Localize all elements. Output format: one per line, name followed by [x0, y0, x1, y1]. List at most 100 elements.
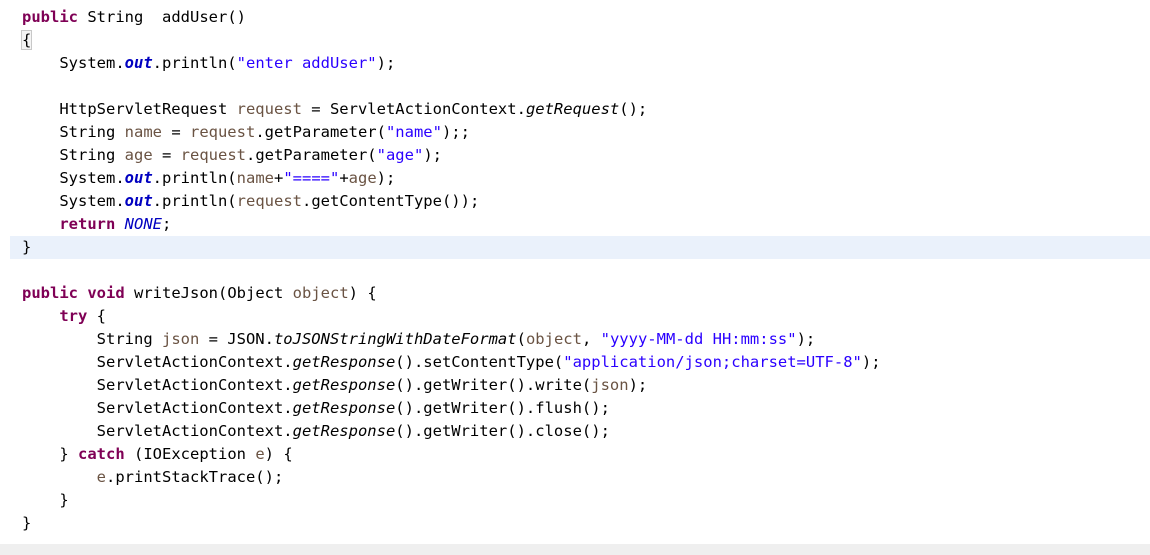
- code-token: ServletActionContext.: [22, 376, 293, 394]
- code-token: = ServletActionContext.: [301, 100, 526, 118]
- code-token: NONE: [124, 215, 162, 233]
- code-token: System.: [22, 192, 125, 210]
- code-token: );: [423, 146, 442, 164]
- code-token: ServletActionContext.: [22, 422, 293, 440]
- code-token: getResponse: [292, 376, 396, 394]
- code-token: );: [376, 54, 396, 72]
- code-token: public: [22, 284, 78, 302]
- code-token: .getContentType());: [301, 192, 480, 210]
- code-token: }: [22, 445, 78, 463]
- code-line[interactable]: public void writeJson(Object object) {: [0, 282, 1150, 305]
- code-line[interactable]: return NONE;: [0, 213, 1150, 236]
- code-token: ().getWriter().close();: [395, 422, 610, 440]
- code-token: "yyyy-MM-dd HH:mm:ss": [600, 330, 797, 348]
- code-token: );: [376, 169, 396, 187]
- code-token: .printStackTrace();: [106, 468, 284, 486]
- code-token: request: [236, 100, 302, 118]
- code-line[interactable]: }: [0, 512, 1150, 535]
- code-token: request: [236, 192, 302, 210]
- code-token: ) {: [348, 284, 377, 302]
- code-line[interactable]: e.printStackTrace();: [0, 466, 1150, 489]
- code-token: addUser(): [162, 8, 247, 26]
- code-token: =: [161, 123, 190, 141]
- code-token: name: [124, 123, 162, 141]
- code-token: out: [124, 192, 153, 210]
- code-token: +: [273, 169, 284, 187]
- code-token: HttpServletRequest: [22, 100, 237, 118]
- code-line[interactable]: String name = request.getParameter("name…: [0, 121, 1150, 144]
- code-token: String: [22, 123, 125, 141]
- code-token: String: [87, 8, 144, 26]
- code-token: ) {: [264, 445, 293, 463]
- code-line[interactable]: System.out.println(request.getContentTyp…: [0, 190, 1150, 213]
- code-line[interactable]: ServletActionContext.getResponse().getWr…: [0, 397, 1150, 420]
- code-token: String: [22, 146, 125, 164]
- code-token: json: [161, 330, 200, 348]
- code-token: {: [20, 30, 33, 50]
- code-token: "name": [385, 123, 442, 141]
- code-token: e: [255, 445, 265, 463]
- code-token: (IOException: [124, 445, 256, 463]
- code-token: "====": [283, 169, 340, 187]
- code-token: object: [525, 330, 582, 348]
- code-token: age: [348, 169, 377, 187]
- source-code-listing[interactable]: public String addUser(){ System.out.prin…: [0, 0, 1150, 535]
- code-line[interactable]: }: [0, 489, 1150, 512]
- code-token: object: [292, 284, 349, 302]
- code-line[interactable]: ServletActionContext.getResponse().getWr…: [0, 374, 1150, 397]
- code-line[interactable]: String json = JSON.toJSONStringWithDateF…: [0, 328, 1150, 351]
- code-line[interactable]: [0, 259, 1150, 282]
- code-line[interactable]: } catch (IOException e) {: [0, 443, 1150, 466]
- code-line[interactable]: System.out.println("enter addUser");: [0, 52, 1150, 75]
- code-token: .getParameter(: [245, 146, 377, 164]
- code-line[interactable]: HttpServletRequest request = ServletActi…: [0, 98, 1150, 121]
- code-token: request: [180, 146, 246, 164]
- code-token: public: [22, 8, 78, 26]
- code-line[interactable]: try {: [0, 305, 1150, 328]
- code-token: ().setContentType(: [395, 353, 564, 371]
- code-token: ServletActionContext.: [22, 353, 293, 371]
- code-line[interactable]: ServletActionContext.getResponse().setCo…: [0, 351, 1150, 374]
- code-editor-pane[interactable]: public String addUser(){ System.out.prin…: [0, 0, 1150, 555]
- code-token: out: [124, 169, 153, 187]
- code-token: out: [124, 54, 153, 72]
- code-line[interactable]: [0, 75, 1150, 98]
- code-token: ;: [162, 215, 172, 233]
- code-token: }: [22, 514, 32, 532]
- code-line[interactable]: String age = request.getParameter("age")…: [0, 144, 1150, 167]
- code-token: ,: [581, 330, 601, 348]
- code-token: System.: [22, 169, 125, 187]
- code-line[interactable]: System.out.println(name+"===="+age);: [0, 167, 1150, 190]
- code-token: }: [22, 238, 32, 256]
- code-token: String: [22, 330, 162, 348]
- code-token: );: [861, 353, 881, 371]
- code-token: getResponse: [292, 353, 396, 371]
- code-token: = JSON.: [199, 330, 274, 348]
- code-line[interactable]: public String addUser(): [0, 6, 1150, 29]
- code-line[interactable]: ServletActionContext.getResponse().getWr…: [0, 420, 1150, 443]
- code-token: writeJson(Object: [124, 284, 293, 302]
- code-token: );;: [441, 123, 470, 141]
- code-token: .println(: [152, 54, 237, 72]
- code-token: ServletActionContext.: [22, 399, 293, 417]
- code-token: getResponse: [292, 422, 396, 440]
- code-token: request: [189, 123, 256, 141]
- bottom-status-band: [0, 544, 1150, 555]
- code-token: (: [516, 330, 526, 348]
- code-line[interactable]: }: [10, 236, 1150, 259]
- code-line[interactable]: {: [0, 29, 1150, 52]
- code-token: "age": [376, 146, 424, 164]
- code-token: System.: [22, 54, 125, 72]
- code-token: e: [96, 468, 106, 486]
- code-token: +: [339, 169, 349, 187]
- code-token: }: [22, 491, 69, 509]
- code-token: ().getWriter().write(: [395, 376, 592, 394]
- code-token: .getParameter(: [255, 123, 386, 141]
- code-token: {: [87, 307, 106, 325]
- code-token: return: [59, 215, 116, 233]
